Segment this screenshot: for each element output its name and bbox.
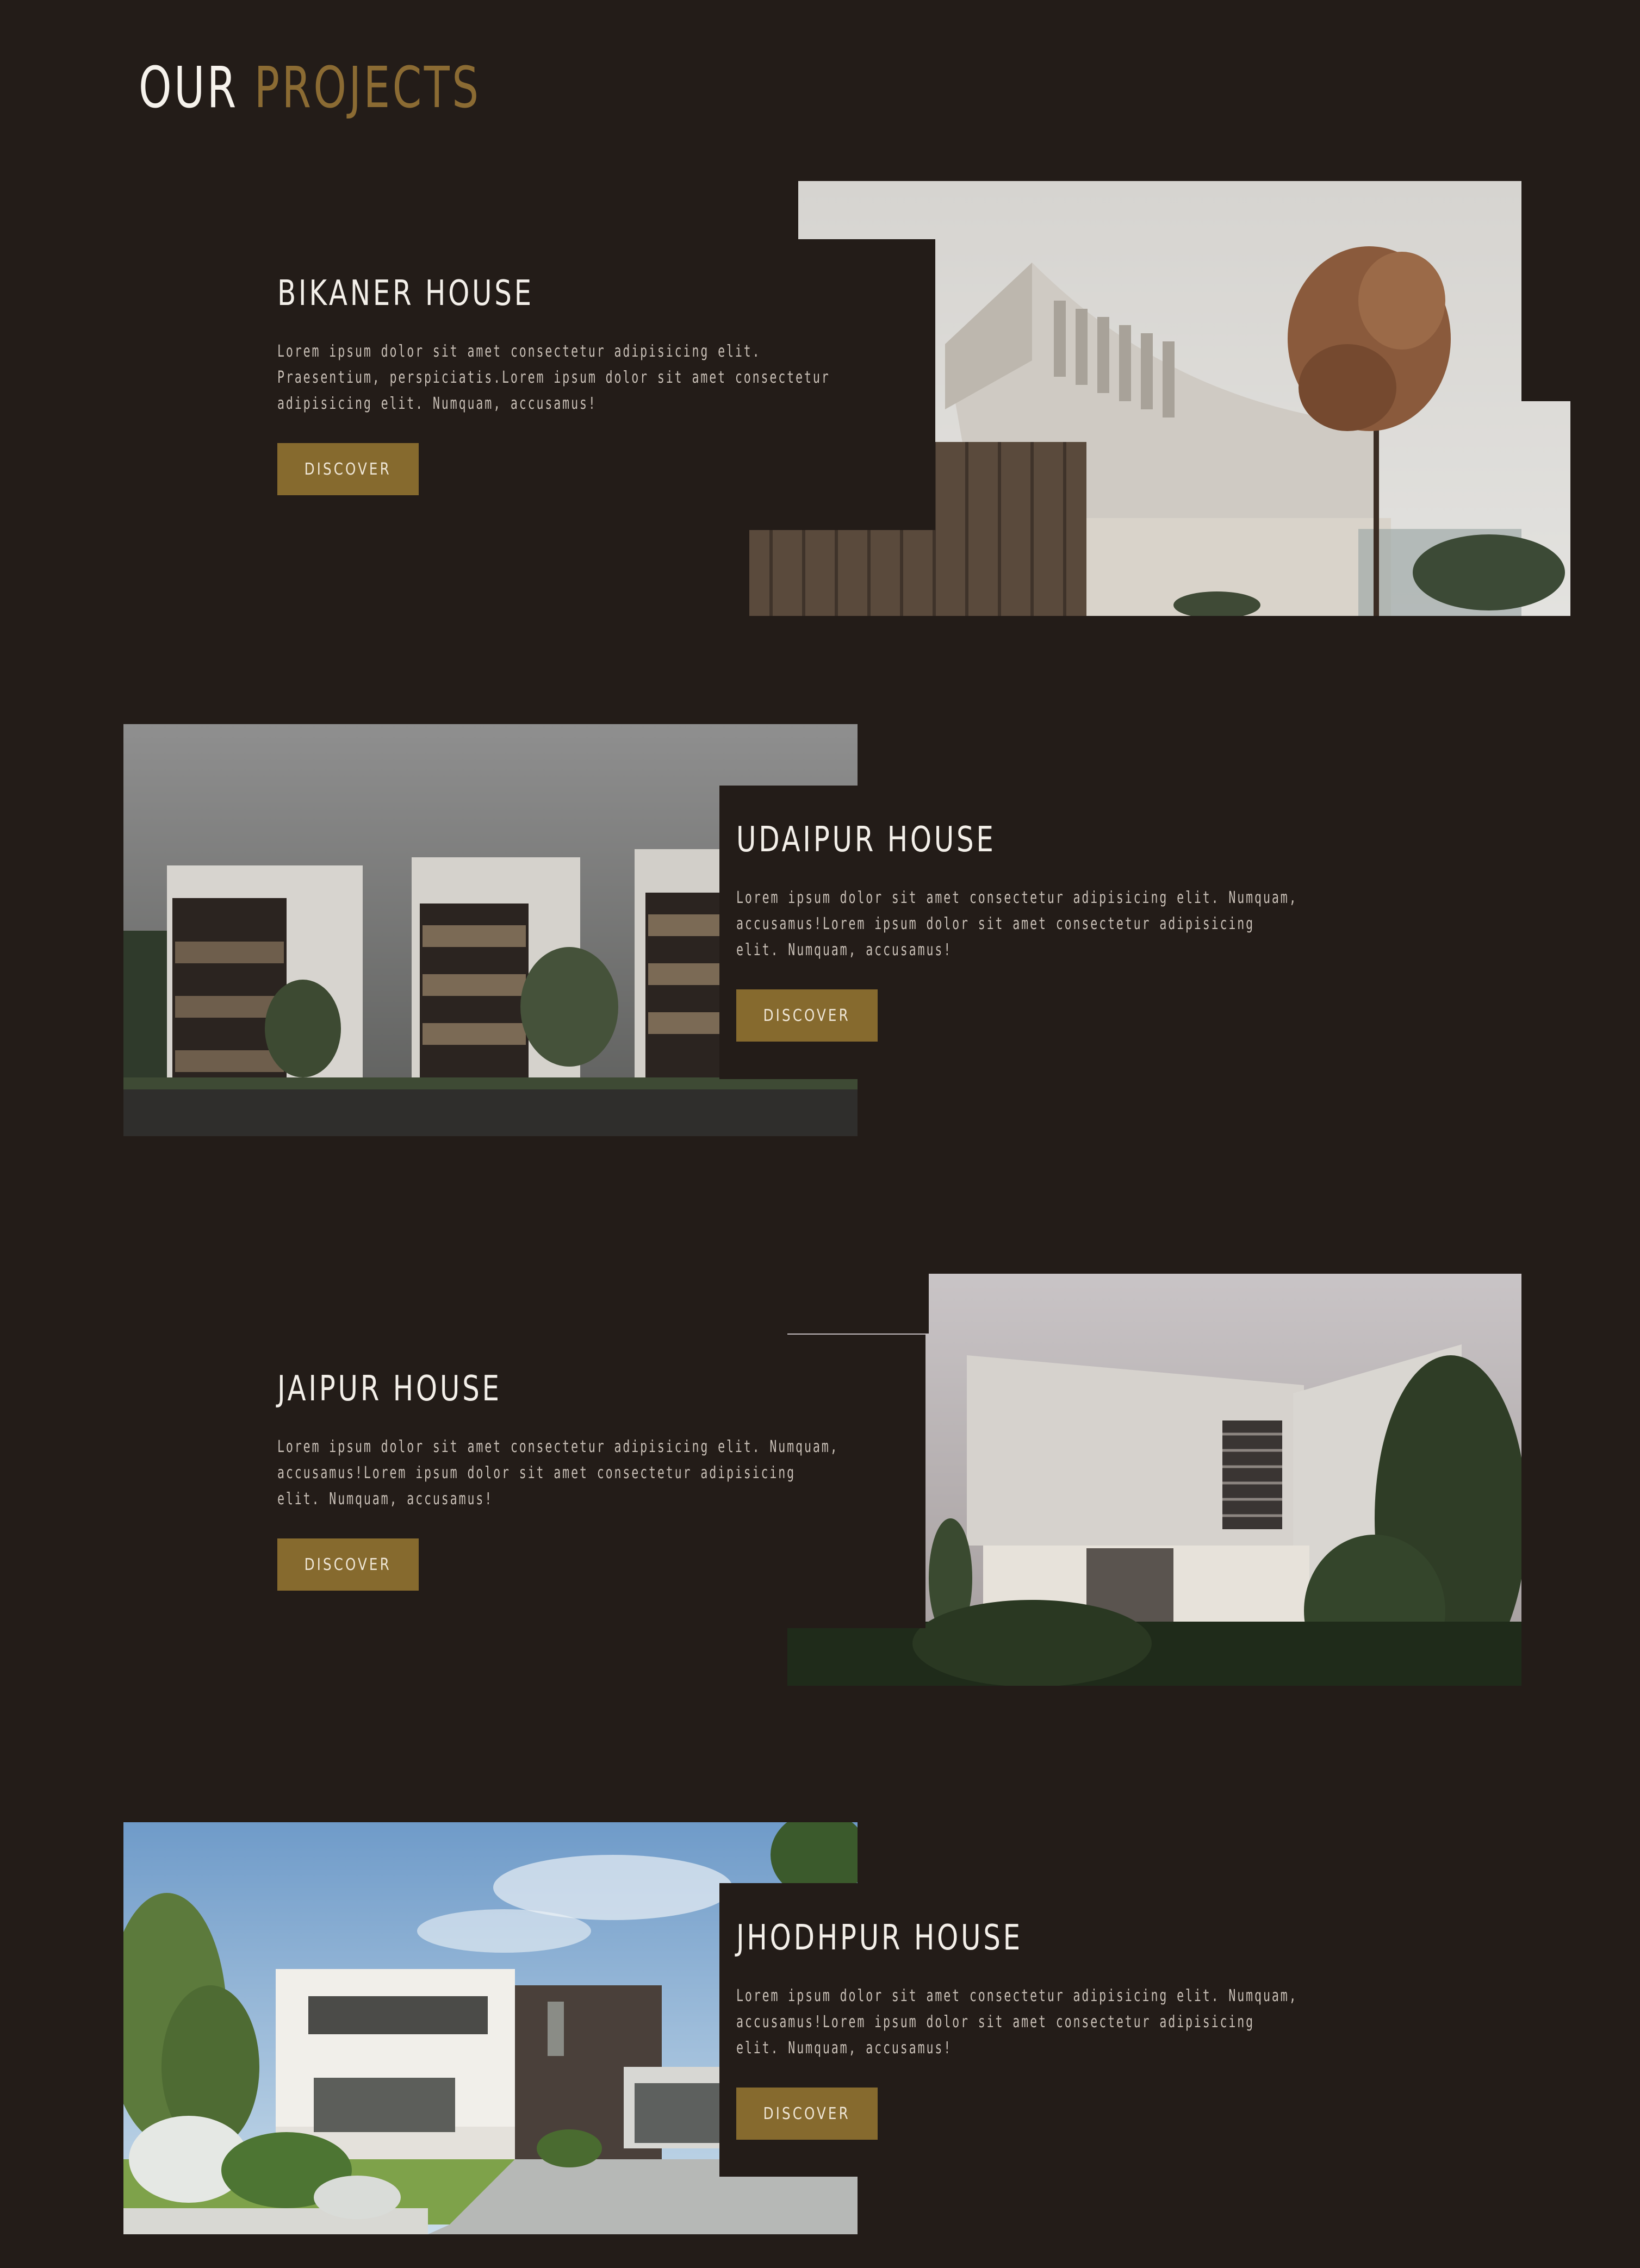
page-title-word-our: OUR xyxy=(139,54,239,121)
discover-button-label: DISCOVER xyxy=(304,1555,392,1574)
project-title-udaipur: UDAIPUR HOUSE xyxy=(736,820,996,860)
project-title-bikaner: BIKANER HOUSE xyxy=(277,273,534,314)
discover-button-label: DISCOVER xyxy=(304,460,392,479)
project-description-udaipur: Lorem ipsum dolor sit amet consectetur a… xyxy=(736,888,1298,959)
project-description-jaipur: Lorem ipsum dolor sit amet consectetur a… xyxy=(277,1437,839,1509)
discover-button-bikaner[interactable]: DISCOVER xyxy=(277,443,419,495)
page-title-word-projects: PROJECTS xyxy=(254,54,481,121)
discover-button-jhodhpur[interactable]: DISCOVER xyxy=(736,2088,878,2140)
project-description-bikaner: Lorem ipsum dolor sit amet consectetur a… xyxy=(277,342,830,413)
page-title: OUR PROJECTS xyxy=(139,52,481,123)
project-title-jhodhpur: JHODHPUR HOUSE xyxy=(736,1918,1023,1958)
project-title-jaipur: JAIPUR HOUSE xyxy=(277,1369,502,1409)
discover-button-label: DISCOVER xyxy=(763,2104,851,2123)
discover-button-udaipur[interactable]: DISCOVER xyxy=(736,989,878,1042)
discover-button-jaipur[interactable]: DISCOVER xyxy=(277,1538,419,1591)
project-description-jhodhpur: Lorem ipsum dolor sit amet consectetur a… xyxy=(736,1986,1298,2058)
discover-button-label: DISCOVER xyxy=(763,1006,851,1025)
